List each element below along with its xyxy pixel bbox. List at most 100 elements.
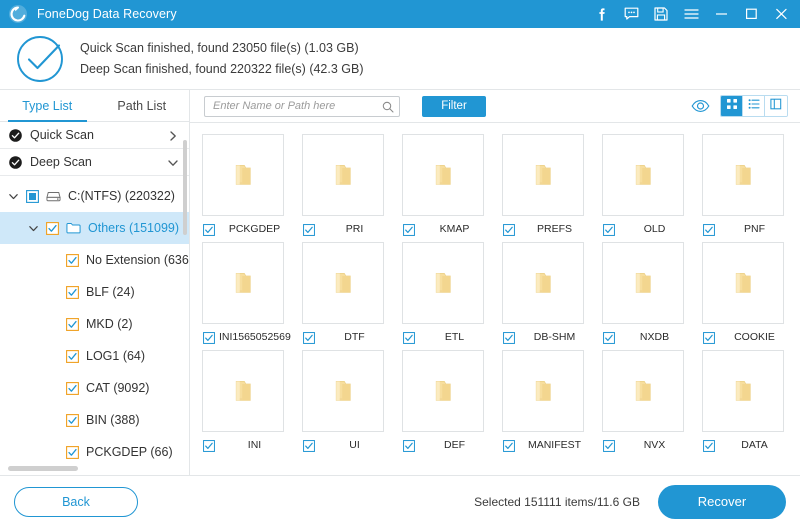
file-checkbox[interactable] (603, 331, 615, 343)
file-grid-item[interactable]: INI1565052569 (202, 242, 302, 350)
grid-view-button[interactable] (721, 96, 743, 116)
file-checkbox[interactable] (703, 331, 715, 343)
file-checkbox[interactable] (703, 223, 715, 235)
tree-item[interactable]: BIN (388) (0, 404, 189, 436)
file-grid-item[interactable]: PRI (302, 134, 402, 242)
file-thumbnail[interactable] (502, 242, 584, 324)
recover-button[interactable]: Recover (658, 485, 786, 519)
file-grid-item[interactable]: NXDB (602, 242, 702, 350)
tree-checkbox[interactable] (46, 222, 59, 235)
file-checkbox[interactable] (503, 331, 515, 343)
search-icon[interactable] (382, 100, 394, 112)
file-checkbox[interactable] (603, 223, 615, 235)
tree-item[interactable]: C:(NTFS) (220322) (0, 180, 189, 212)
sidebar-horizontal-scrollbar[interactable] (8, 466, 78, 471)
file-grid-item[interactable]: INI (202, 350, 302, 458)
file-grid-item[interactable]: DB-SHM (502, 242, 602, 350)
file-grid-item[interactable]: OLD (602, 134, 702, 242)
tab-type-list[interactable]: Type List (0, 90, 95, 121)
file-checkbox[interactable] (203, 331, 215, 343)
eye-icon[interactable] (691, 99, 710, 113)
minimize-icon[interactable] (706, 0, 736, 28)
file-checkbox[interactable] (503, 439, 515, 451)
file-grid-item[interactable]: COOKIE (702, 242, 800, 350)
maximize-icon[interactable] (736, 0, 766, 28)
file-thumbnail[interactable] (502, 134, 584, 216)
tree-checkbox[interactable] (66, 446, 79, 459)
search-box[interactable] (204, 96, 400, 117)
tree-checkbox-partial[interactable] (26, 190, 39, 203)
tree-item[interactable]: LOG1 (64) (0, 340, 189, 372)
menu-icon[interactable] (676, 0, 706, 28)
tree-item[interactable]: BLF (24) (0, 276, 189, 308)
file-type-tree[interactable]: C:(NTFS) (220322)Others (151099)No Exten… (0, 176, 189, 475)
tree-checkbox[interactable] (66, 382, 79, 395)
file-grid-item[interactable]: DATA (702, 350, 800, 458)
tree-item[interactable]: CAT (9092) (0, 372, 189, 404)
file-checkbox[interactable] (503, 223, 515, 235)
file-grid-item[interactable]: PCKGDEP (202, 134, 302, 242)
filter-button[interactable]: Filter (422, 96, 486, 117)
sidebar-item-deep-scan[interactable]: Deep Scan (0, 149, 189, 176)
file-thumbnail[interactable] (302, 350, 384, 432)
tree-checkbox[interactable] (66, 414, 79, 427)
sidebar-vertical-scrollbar[interactable] (183, 140, 187, 235)
file-grid-item[interactable]: DEF (402, 350, 502, 458)
file-grid-item[interactable]: DTF (302, 242, 402, 350)
file-thumbnail[interactable] (302, 134, 384, 216)
chevron-down-icon[interactable] (167, 156, 179, 168)
chevron-down-icon[interactable] (26, 223, 40, 234)
file-checkbox[interactable] (403, 439, 415, 451)
file-checkbox[interactable] (403, 331, 415, 343)
file-grid-item[interactable]: ETL (402, 242, 502, 350)
file-thumbnail[interactable] (402, 350, 484, 432)
search-input[interactable] (213, 100, 382, 112)
file-thumbnail[interactable] (402, 134, 484, 216)
list-view-button[interactable] (743, 96, 765, 116)
file-checkbox[interactable] (303, 331, 315, 343)
save-icon[interactable] (646, 0, 676, 28)
tree-item[interactable]: PCKGDEP (66) (0, 436, 189, 468)
file-thumbnail[interactable] (402, 242, 484, 324)
file-grid-item[interactable]: MANIFEST (502, 350, 602, 458)
file-checkbox[interactable] (603, 439, 615, 451)
file-grid-item[interactable]: UI (302, 350, 402, 458)
tab-path-list[interactable]: Path List (95, 90, 190, 121)
file-thumbnail[interactable] (602, 134, 684, 216)
tree-item[interactable]: MKD (2) (0, 308, 189, 340)
file-thumbnail[interactable] (602, 350, 684, 432)
feedback-icon[interactable] (616, 0, 646, 28)
file-grid-scroll[interactable]: PCKGDEPPRIKMAPPREFSOLDPNF INI1565052569DT… (190, 123, 800, 475)
tree-checkbox[interactable] (66, 350, 79, 363)
file-thumbnail[interactable] (702, 242, 784, 324)
chevron-down-icon[interactable] (6, 191, 20, 202)
file-thumbnail[interactable] (202, 242, 284, 324)
back-button[interactable]: Back (14, 487, 138, 517)
file-checkbox[interactable] (203, 223, 215, 235)
file-checkbox[interactable] (303, 439, 315, 451)
tree-checkbox[interactable] (66, 318, 79, 331)
tree-checkbox[interactable] (66, 286, 79, 299)
close-icon[interactable] (766, 0, 796, 28)
file-grid-item[interactable]: PREFS (502, 134, 602, 242)
tree-item[interactable]: No Extension (63614) (0, 244, 189, 276)
file-grid-item[interactable]: NVX (602, 350, 702, 458)
file-thumbnail[interactable] (702, 134, 784, 216)
sidebar-item-quick-scan[interactable]: Quick Scan (0, 122, 189, 149)
file-grid-item[interactable]: KMAP (402, 134, 502, 242)
file-thumbnail[interactable] (202, 350, 284, 432)
file-grid-item[interactable]: PNF (702, 134, 800, 242)
file-thumbnail[interactable] (202, 134, 284, 216)
detail-view-button[interactable] (765, 96, 787, 116)
tree-item[interactable]: Others (151099) (0, 212, 189, 244)
tree-checkbox[interactable] (66, 254, 79, 267)
file-thumbnail[interactable] (502, 350, 584, 432)
file-thumbnail[interactable] (602, 242, 684, 324)
facebook-icon[interactable] (586, 0, 616, 28)
file-checkbox[interactable] (403, 223, 415, 235)
file-thumbnail[interactable] (302, 242, 384, 324)
file-thumbnail[interactable] (702, 350, 784, 432)
file-checkbox[interactable] (703, 439, 715, 451)
file-checkbox[interactable] (203, 439, 215, 451)
file-checkbox[interactable] (303, 223, 315, 235)
